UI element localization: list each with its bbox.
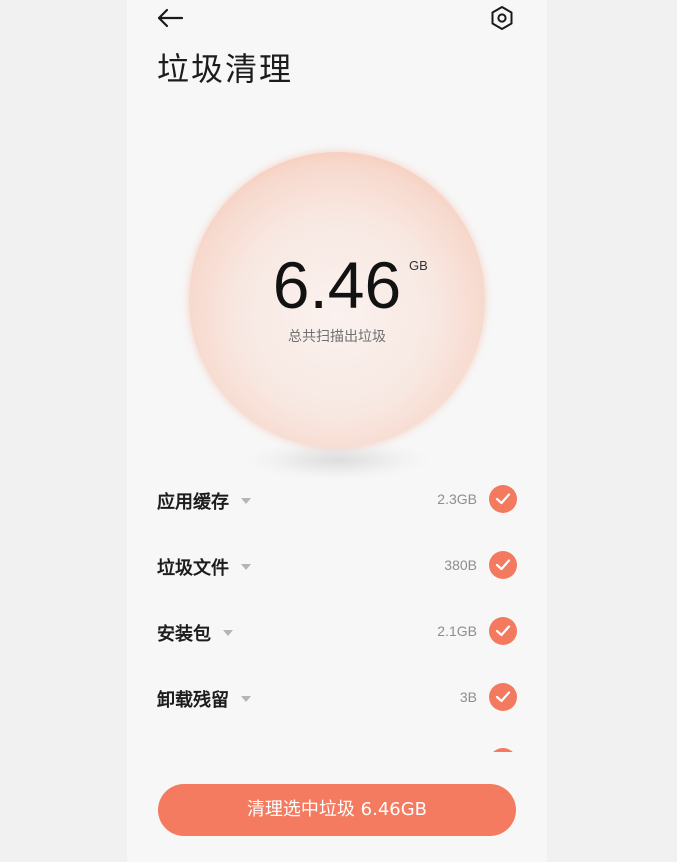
checkmark-icon (495, 691, 511, 703)
checkbox-checked[interactable] (489, 485, 517, 513)
item-label: 安装包 (157, 624, 211, 645)
arrow-left-icon (157, 8, 184, 28)
hexagon-settings-icon (491, 6, 513, 30)
checkmark-icon (495, 559, 511, 571)
item-size: 380B (444, 557, 477, 573)
back-button[interactable] (155, 4, 187, 32)
checkmark-icon (495, 493, 511, 505)
checkbox-checked[interactable] (489, 617, 517, 645)
total-junk-value: 6.46 (272, 248, 402, 322)
list-item-app-cache[interactable]: 应用缓存 2.3GB (157, 466, 517, 532)
clean-selected-button[interactable]: 清理选中垃圾 6.46GB (158, 784, 516, 836)
settings-button[interactable] (487, 3, 517, 33)
chevron-down-icon[interactable] (241, 564, 251, 570)
item-size: 2.3GB (437, 491, 477, 507)
page-title: 垃圾清理 (157, 50, 294, 88)
chevron-down-icon[interactable] (223, 630, 233, 636)
checkbox-checked[interactable] (489, 551, 517, 579)
chevron-down-icon[interactable] (241, 498, 251, 504)
item-label: 应用缓存 (157, 492, 229, 513)
list-item-uninstall-residue[interactable]: 卸载残留 3B (157, 664, 517, 730)
app-screen: 垃圾清理 6.46 GB 总共扫描出垃圾 应用缓存 2.3GB 垃圾文件 380… (127, 0, 547, 862)
item-label: 卸载残留 (157, 690, 229, 711)
item-size: 3B (459, 689, 477, 705)
item-size: 2.1GB (437, 623, 477, 639)
total-junk-unit: GB (409, 258, 428, 273)
total-junk-caption: 总共扫描出垃圾 (288, 329, 386, 345)
checkmark-icon (495, 625, 511, 637)
item-label: 垃圾文件 (157, 558, 229, 579)
checkbox-checked[interactable] (489, 683, 517, 711)
list-item-install-packages[interactable]: 安装包 2.1GB (157, 598, 517, 664)
chevron-down-icon[interactable] (241, 696, 251, 702)
junk-category-list: 应用缓存 2.3GB 垃圾文件 380B 安装包 2.1GB 卸载残留 3B (157, 466, 517, 730)
list-item-junk-files[interactable]: 垃圾文件 380B (157, 532, 517, 598)
